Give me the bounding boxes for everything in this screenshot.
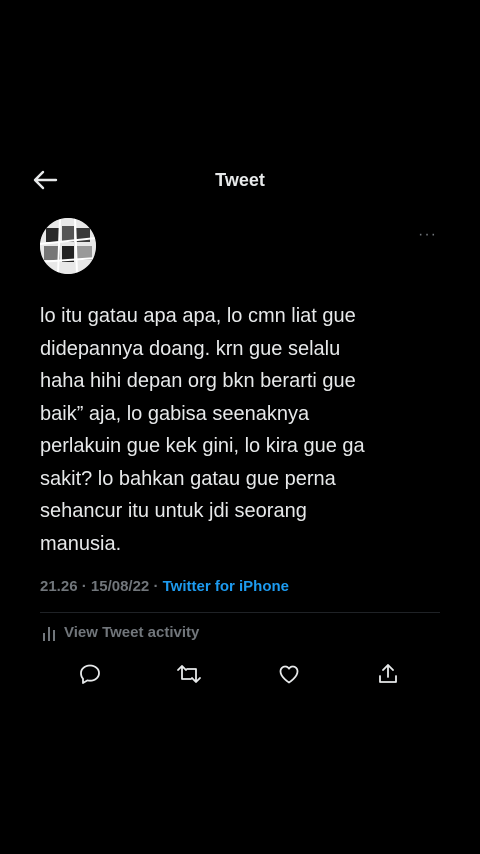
bar-chart-icon (43, 626, 55, 641)
more-options-icon[interactable]: ··· (418, 226, 437, 244)
tweet-actions (0, 662, 480, 690)
page-title: Tweet (215, 170, 265, 190)
activity-label: View Tweet activity (64, 624, 200, 641)
tweet-text: lo itu gatau apa apa, lo cmn liat gue di… (40, 305, 365, 555)
meta-separator: · (81, 578, 87, 595)
tweet-source-link[interactable]: Twitter for iPhone (163, 578, 289, 595)
tweet-header: Tweet (0, 158, 480, 202)
tweet-time: 21.26 (40, 578, 78, 595)
tweet-meta: 21.26 · 15/08/22 · Twitter for iPhone (40, 578, 289, 595)
retweet-icon[interactable] (176, 662, 202, 688)
tweet-date: 15/08/22 (90, 578, 150, 595)
meta-separator: · (153, 578, 159, 595)
view-tweet-activity-button[interactable]: View Tweet activity (42, 624, 199, 641)
share-icon[interactable] (376, 662, 402, 688)
avatar[interactable] (40, 218, 96, 274)
heart-icon[interactable] (277, 662, 303, 688)
reply-icon[interactable] (78, 662, 104, 688)
divider (40, 612, 440, 613)
